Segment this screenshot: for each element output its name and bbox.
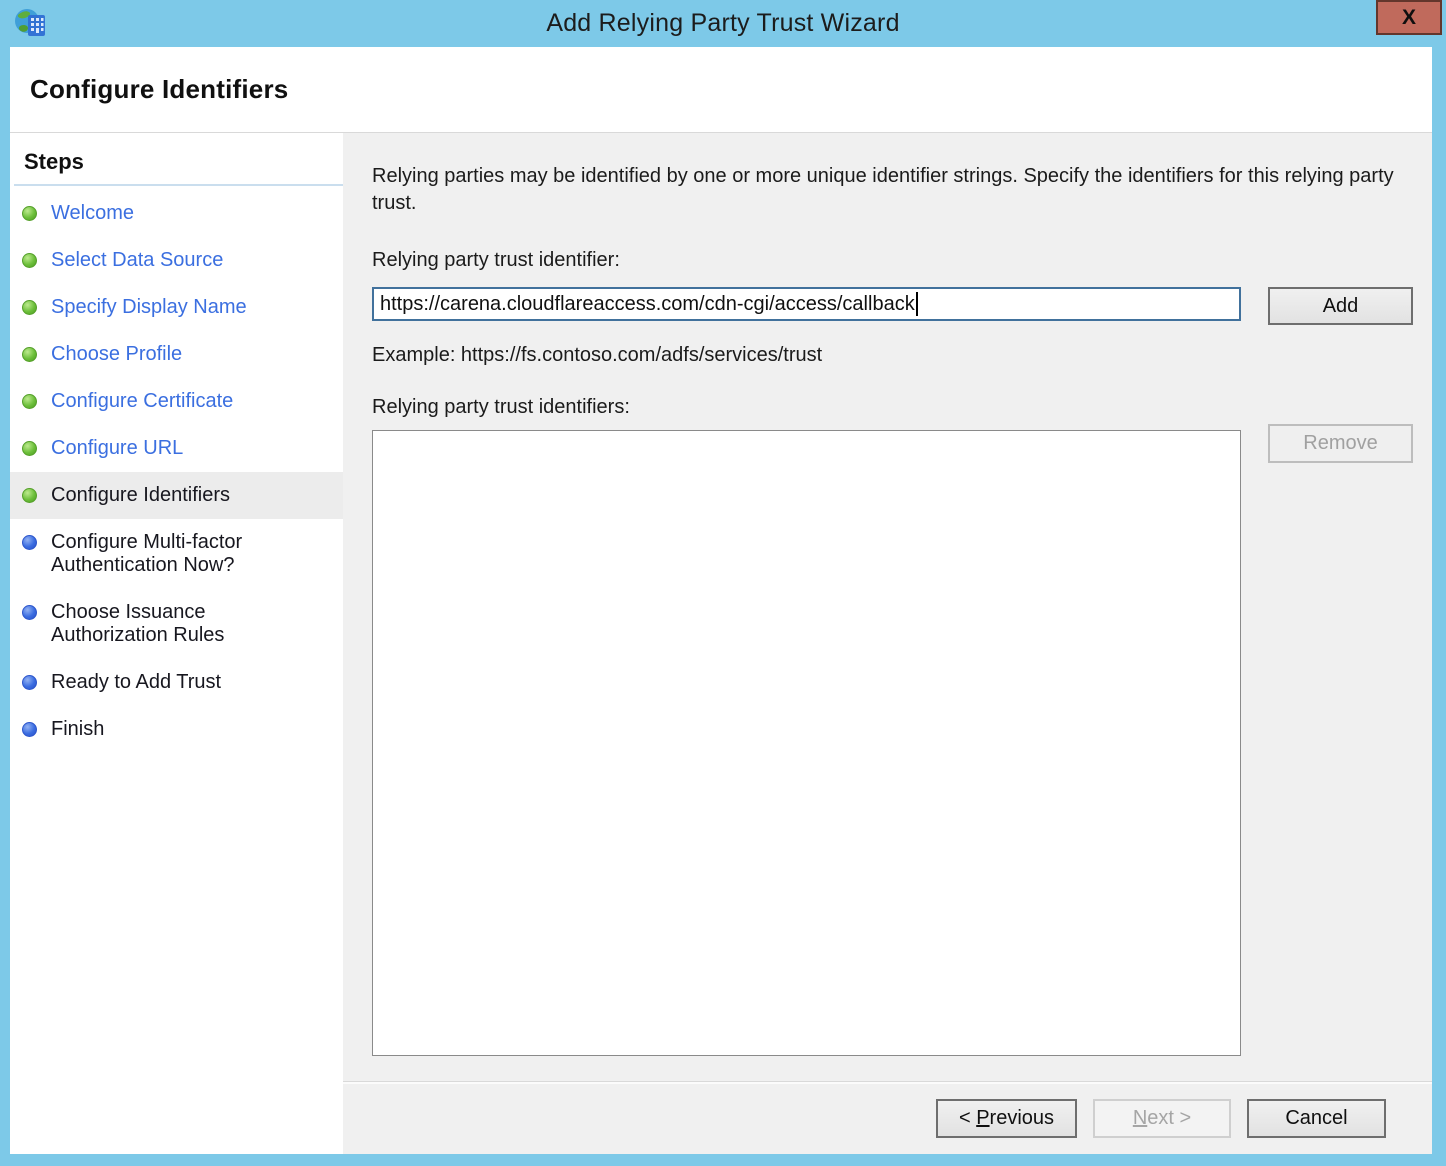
- next-button[interactable]: Next >: [1093, 1099, 1231, 1138]
- step-pending-bullet-icon: [22, 535, 37, 550]
- titlebar: Add Relying Party Trust Wizard X: [0, 0, 1446, 47]
- cancel-button[interactable]: Cancel: [1247, 1099, 1386, 1138]
- identifier-input[interactable]: https://carena.cloudflareaccess.com/cdn-…: [372, 287, 1241, 321]
- wizard-window: Add Relying Party Trust Wizard X Configu…: [0, 0, 1446, 1166]
- wizard-footer: < Previous Next > Cancel: [343, 1081, 1432, 1154]
- step-pending-bullet-icon: [22, 675, 37, 690]
- intro-text: Relying parties may be identified by one…: [372, 163, 1397, 217]
- identifier-input-value: https://carena.cloudflareaccess.com/cdn-…: [380, 293, 915, 316]
- step-specify-display-name[interactable]: Specify Display Name: [10, 284, 343, 331]
- close-button[interactable]: X: [1376, 0, 1442, 35]
- step-configure-certificate[interactable]: Configure Certificate: [10, 378, 343, 425]
- step-done-bullet-icon: [22, 394, 37, 409]
- step-configure-mfa: Configure Multi-factor Authentication No…: [10, 519, 343, 589]
- identifier-field-label: Relying party trust identifier:: [372, 249, 1432, 272]
- step-pending-bullet-icon: [22, 605, 37, 620]
- previous-button[interactable]: < Previous: [936, 1099, 1077, 1138]
- example-text: Example: https://fs.contoso.com/adfs/ser…: [372, 344, 1432, 367]
- step-done-bullet-icon: [22, 253, 37, 268]
- step-done-bullet-icon: [22, 206, 37, 221]
- steps-sidebar: Steps Welcome Select Data Source Specify…: [10, 133, 343, 1154]
- text-caret: [916, 292, 918, 316]
- remove-button[interactable]: Remove: [1268, 424, 1413, 463]
- main-pane: Relying parties may be identified by one…: [343, 133, 1432, 1154]
- steps-list: Welcome Select Data Source Specify Displ…: [10, 190, 343, 753]
- adfs-app-icon: [13, 6, 49, 42]
- page-title: Configure Identifiers: [30, 74, 288, 105]
- step-choose-profile[interactable]: Choose Profile: [10, 331, 343, 378]
- step-done-bullet-icon: [22, 300, 37, 315]
- step-done-bullet-icon: [22, 347, 37, 362]
- step-choose-issuance-rules: Choose Issuance Authorization Rules: [10, 589, 343, 659]
- window-title: Add Relying Party Trust Wizard: [0, 9, 1446, 38]
- page-header: Configure Identifiers: [10, 47, 1432, 133]
- step-welcome[interactable]: Welcome: [10, 190, 343, 237]
- identifiers-listbox[interactable]: [372, 430, 1241, 1056]
- steps-separator: [14, 184, 343, 186]
- step-done-bullet-icon: [22, 441, 37, 456]
- window-body: Configure Identifiers Steps Welcome Sele…: [10, 47, 1432, 1154]
- add-button[interactable]: Add: [1268, 287, 1413, 325]
- step-configure-identifiers: Configure Identifiers: [10, 472, 343, 519]
- step-configure-url[interactable]: Configure URL: [10, 425, 343, 472]
- identifiers-list-label: Relying party trust identifiers:: [372, 396, 1432, 419]
- step-pending-bullet-icon: [22, 722, 37, 737]
- step-ready-to-add-trust: Ready to Add Trust: [10, 659, 343, 706]
- step-done-bullet-icon: [22, 488, 37, 503]
- steps-heading: Steps: [24, 149, 343, 175]
- step-finish: Finish: [10, 706, 343, 753]
- step-select-data-source[interactable]: Select Data Source: [10, 237, 343, 284]
